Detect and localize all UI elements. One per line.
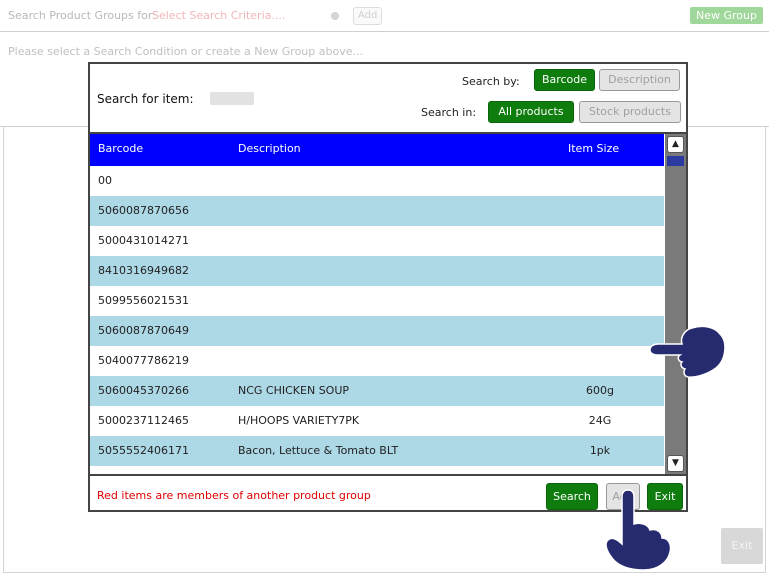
cell-barcode: 5055552406171 <box>98 444 189 457</box>
new-group-button[interactable]: New Group <box>690 7 763 24</box>
top-toolbar: Search Product Groups for: Select Search… <box>0 0 769 30</box>
search-by-description-button[interactable]: Description <box>599 69 680 91</box>
cell-item-size: 24G <box>588 414 612 427</box>
search-in-stock-products-button[interactable]: Stock products <box>579 101 681 123</box>
cell-item-size: 1pk <box>589 444 611 457</box>
add-button[interactable]: Add <box>353 7 383 25</box>
table-row[interactable]: 8410316949682 <box>90 256 664 286</box>
cell-barcode: 00 <box>98 174 112 187</box>
cell-description: H/HOOPS VARIETY7PK <box>238 414 360 427</box>
table-header: Barcode Description Item Size <box>90 134 664 166</box>
table-body: 00 5060087870656 5000431014271 841031694… <box>90 166 664 466</box>
down-arrow-icon[interactable]: ▼ <box>667 455 684 472</box>
cell-description: NCG CHICKEN SOUP <box>238 384 350 397</box>
footer-message: Red items are members of another product… <box>97 489 371 502</box>
search-for-label: Search for item: <box>97 92 194 106</box>
table-row[interactable]: 5099556021531 <box>90 286 664 316</box>
table-row[interactable]: 5040077786219 <box>90 346 664 376</box>
table-row[interactable]: 5060045370266 NCG CHICKEN SOUP 600g <box>90 376 664 406</box>
item-search-dialog: Search for item: Search by: Barcode Desc… <box>88 62 688 512</box>
search-button[interactable]: Search <box>546 483 598 510</box>
column-header-description[interactable]: Description <box>238 142 301 155</box>
cell-barcode: 8410316949682 <box>98 264 189 277</box>
cell-description: Bacon, Lettuce & Tomato BLT <box>238 444 399 457</box>
search-by-barcode-button[interactable]: Barcode <box>534 69 595 91</box>
search-criteria-select[interactable]: Select Search Criteria.... <box>152 9 285 22</box>
table-row[interactable]: 5055552406171 Bacon, Lettuce & Tomato BL… <box>90 436 664 466</box>
table-row[interactable]: 00 <box>90 166 664 196</box>
toggle-icon[interactable] <box>331 12 339 20</box>
search-in-all-products-button[interactable]: All products <box>488 101 574 123</box>
search-in-label: Search in: <box>421 106 477 119</box>
search-by-label: Search by: <box>462 75 520 88</box>
divider <box>0 31 769 32</box>
page-exit-button[interactable]: Exit <box>721 528 763 564</box>
search-groups-label: Search Product Groups for: <box>8 9 156 22</box>
empty-message: Please select a Search Condition or crea… <box>8 45 363 58</box>
column-header-barcode[interactable]: Barcode <box>98 142 143 155</box>
table-row[interactable]: 5000431014271 <box>90 226 664 256</box>
table-scrollbar[interactable]: ▲ ▼ <box>665 134 686 474</box>
table-row[interactable]: 5000237112465 H/HOOPS VARIETY7PK 24G <box>90 406 664 436</box>
scrollbar-thumb[interactable] <box>667 156 684 166</box>
cell-barcode: 5060087870656 <box>98 204 189 217</box>
cell-barcode: 5040077786219 <box>98 354 189 367</box>
cell-item-size: 600g <box>586 384 614 397</box>
search-input[interactable] <box>210 92 254 105</box>
cell-barcode: 5000431014271 <box>98 234 189 247</box>
cell-barcode: 5000237112465 <box>98 414 189 427</box>
pointing-hand-icon <box>605 489 672 571</box>
cell-barcode: 5060045370266 <box>98 384 189 397</box>
cell-barcode: 5099556021531 <box>98 294 189 307</box>
column-header-item-size[interactable]: Item Size <box>568 142 619 155</box>
divider <box>90 474 686 476</box>
up-arrow-icon[interactable]: ▲ <box>667 136 684 153</box>
pointing-hand-icon <box>649 325 726 378</box>
table-row[interactable]: 5060087870656 <box>90 196 664 226</box>
results-table: Barcode Description Item Size 00 5060087… <box>90 134 664 474</box>
cell-barcode: 5060087870649 <box>98 324 189 337</box>
table-row[interactable]: 5060087870649 <box>90 316 664 346</box>
